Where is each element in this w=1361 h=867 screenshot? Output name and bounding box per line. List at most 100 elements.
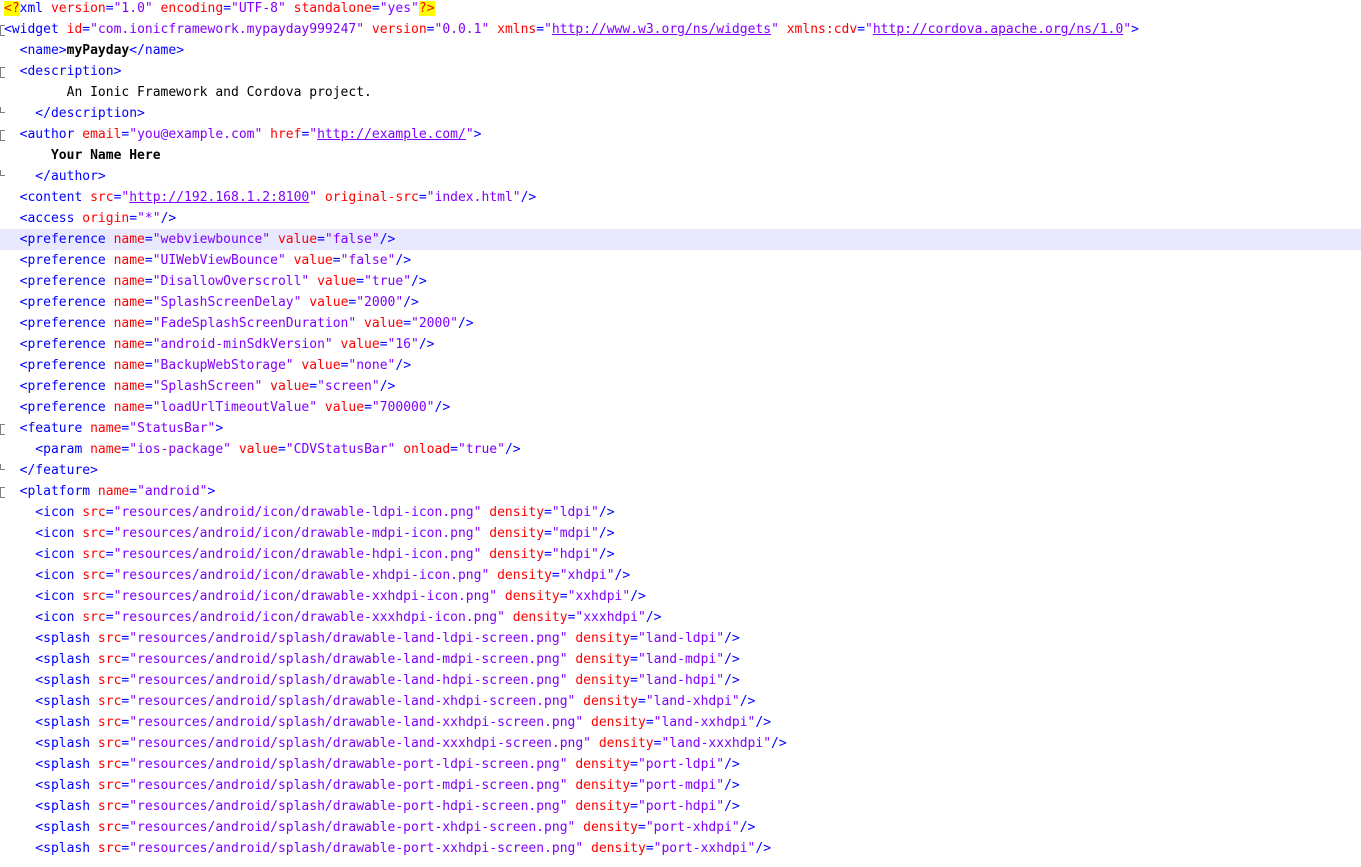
code-token: <feature bbox=[4, 421, 83, 436]
code-token: "resources/android/icon/drawable-xxxhdpi… bbox=[113, 610, 505, 625]
code-token: = bbox=[356, 274, 365, 289]
code-token: = bbox=[637, 694, 646, 709]
code-line[interactable]: <platform name="android"> bbox=[0, 481, 1361, 502]
code-line[interactable]: <splash src="resources/android/splash/dr… bbox=[0, 817, 1361, 838]
code-token: encoding bbox=[152, 1, 224, 16]
code-line[interactable]: <splash src="resources/android/splash/dr… bbox=[0, 733, 1361, 754]
code-line[interactable]: An Ionic Framework and Cordova project. bbox=[0, 82, 1361, 103]
code-line[interactable]: <icon src="resources/android/icon/drawab… bbox=[0, 544, 1361, 565]
code-line[interactable]: </feature> bbox=[0, 460, 1361, 481]
code-token: name bbox=[105, 316, 145, 331]
code-line[interactable]: <preference name="DisallowOverscroll" va… bbox=[0, 271, 1361, 292]
code-line[interactable]: <preference name="FadeSplashScreenDurati… bbox=[0, 313, 1361, 334]
code-token: /> bbox=[645, 610, 662, 625]
code-line[interactable]: <splash src="resources/android/splash/dr… bbox=[0, 796, 1361, 817]
code-line[interactable]: <splash src="resources/android/splash/dr… bbox=[0, 649, 1361, 670]
code-line[interactable]: <splash src="resources/android/splash/dr… bbox=[0, 628, 1361, 649]
code-line[interactable]: <preference name="loadUrlTimeoutValue" v… bbox=[0, 397, 1361, 418]
code-token: "2000" bbox=[411, 316, 458, 331]
code-line[interactable]: <icon src="resources/android/icon/drawab… bbox=[0, 586, 1361, 607]
code-line[interactable]: <author email="you@example.com" href="ht… bbox=[0, 124, 1361, 145]
url-link[interactable]: http://192.168.1.2:8100 bbox=[129, 190, 309, 205]
code-token: /> bbox=[434, 400, 451, 415]
code-token: = bbox=[371, 1, 380, 16]
code-text: </description> bbox=[4, 103, 145, 124]
code-token: value bbox=[317, 400, 365, 415]
url-link[interactable]: http://www.w3.org/ns/widgets bbox=[552, 22, 771, 37]
code-line[interactable]: <splash src="resources/android/splash/dr… bbox=[0, 775, 1361, 796]
code-token: density bbox=[504, 610, 568, 625]
code-token: /> bbox=[395, 253, 412, 268]
code-line[interactable]: <param name="ios-package" value="CDVStat… bbox=[0, 439, 1361, 460]
code-token: "resources/android/splash/drawable-land-… bbox=[129, 715, 584, 730]
url-link[interactable]: http://example.com/ bbox=[317, 127, 466, 142]
code-line[interactable]: <splash src="resources/android/splash/dr… bbox=[0, 712, 1361, 733]
code-line[interactable]: <preference name="SplashScreenDelay" val… bbox=[0, 292, 1361, 313]
code-line[interactable]: <preference name="UIWebViewBounce" value… bbox=[0, 250, 1361, 271]
code-line[interactable]: <?xml version="1.0" encoding="UTF-8" sta… bbox=[0, 0, 1361, 19]
code-text: <access origin="*"/> bbox=[4, 208, 177, 229]
code-line[interactable]: <preference name="BackupWebStorage" valu… bbox=[0, 355, 1361, 376]
code-line[interactable]: <preference name="android-minSdkVersion"… bbox=[0, 334, 1361, 355]
xml-editor[interactable]: <?xml version="1.0" encoding="UTF-8" sta… bbox=[0, 0, 1361, 867]
code-line[interactable]: <preference name="SplashScreen" value="s… bbox=[0, 376, 1361, 397]
code-token: "resources/android/splash/drawable-land-… bbox=[129, 652, 568, 667]
code-token: standalone bbox=[285, 1, 372, 16]
code-token: <splash bbox=[4, 631, 91, 646]
code-token: "2000" bbox=[356, 295, 404, 310]
code-line[interactable]: <splash src="resources/android/splash/dr… bbox=[0, 691, 1361, 712]
code-line[interactable]: </description> bbox=[0, 103, 1361, 124]
code-token: version bbox=[50, 1, 106, 16]
code-line[interactable]: <feature name="StatusBar"> bbox=[0, 418, 1361, 439]
code-line[interactable]: </author> bbox=[0, 166, 1361, 187]
code-line[interactable]: Your Name Here bbox=[0, 145, 1361, 166]
code-token: "true" bbox=[364, 274, 412, 289]
code-token: <splash bbox=[4, 715, 91, 730]
code-text: <preference name="SplashScreen" value="s… bbox=[4, 376, 396, 397]
code-token: <splash bbox=[4, 673, 91, 688]
code-token: = bbox=[332, 253, 341, 268]
code-token: src bbox=[90, 715, 122, 730]
code-line[interactable]: <icon src="resources/android/icon/drawab… bbox=[0, 502, 1361, 523]
code-line[interactable]: <description> bbox=[0, 61, 1361, 82]
code-token: <param bbox=[4, 442, 83, 457]
code-token: <platform bbox=[4, 484, 91, 499]
code-token: ?> bbox=[418, 1, 435, 16]
code-text: <preference name="DisallowOverscroll" va… bbox=[4, 271, 427, 292]
code-token: = bbox=[630, 757, 638, 772]
code-token: /> bbox=[630, 589, 646, 604]
code-token: = bbox=[317, 232, 325, 247]
code-token: value bbox=[301, 295, 349, 310]
code-line[interactable]: <widget id="com.ionicframework.mypayday9… bbox=[0, 19, 1361, 40]
code-line[interactable]: <icon src="resources/android/icon/drawab… bbox=[0, 607, 1361, 628]
code-token: <splash bbox=[4, 799, 91, 814]
code-token: " bbox=[309, 190, 318, 205]
code-token: /> bbox=[598, 547, 615, 562]
code-line[interactable]: <icon src="resources/android/icon/drawab… bbox=[0, 565, 1361, 586]
code-line[interactable]: <splash src="resources/android/splash/dr… bbox=[0, 670, 1361, 691]
code-token: "land-xxxhdpi" bbox=[661, 736, 772, 751]
code-token: = bbox=[544, 526, 552, 541]
code-token: "resources/android/splash/drawable-port-… bbox=[129, 778, 568, 793]
code-line[interactable]: <splash src="resources/android/splash/dr… bbox=[0, 838, 1361, 859]
url-link[interactable]: http://cordova.apache.org/ns/1.0 bbox=[873, 22, 1123, 37]
code-token: "resources/android/icon/drawable-xxhdpi-… bbox=[113, 589, 498, 604]
code-token: <splash bbox=[4, 820, 91, 835]
code-line[interactable]: <name>myPayday</name> bbox=[0, 40, 1361, 61]
code-token: src bbox=[90, 778, 122, 793]
code-token: value bbox=[293, 358, 341, 373]
code-line[interactable]: <access origin="*"/> bbox=[0, 208, 1361, 229]
code-token: name bbox=[105, 400, 145, 415]
code-line[interactable]: <icon src="resources/android/icon/drawab… bbox=[0, 523, 1361, 544]
code-token: density bbox=[575, 694, 638, 709]
code-line[interactable]: <content src="http://192.168.1.2:8100" o… bbox=[0, 187, 1361, 208]
code-token: An Ionic Framework and Cordova project. bbox=[4, 85, 372, 100]
code-token: src bbox=[90, 799, 122, 814]
code-line[interactable]: <splash src="resources/android/splash/dr… bbox=[0, 754, 1361, 775]
code-line[interactable]: <preference name="webviewbounce" value="… bbox=[0, 229, 1361, 250]
code-token: "UIWebViewBounce" bbox=[152, 253, 286, 268]
code-token: "yes" bbox=[379, 1, 419, 16]
code-token: = bbox=[630, 799, 638, 814]
code-token: "xhdpi" bbox=[559, 568, 615, 583]
code-token: = bbox=[379, 337, 388, 352]
